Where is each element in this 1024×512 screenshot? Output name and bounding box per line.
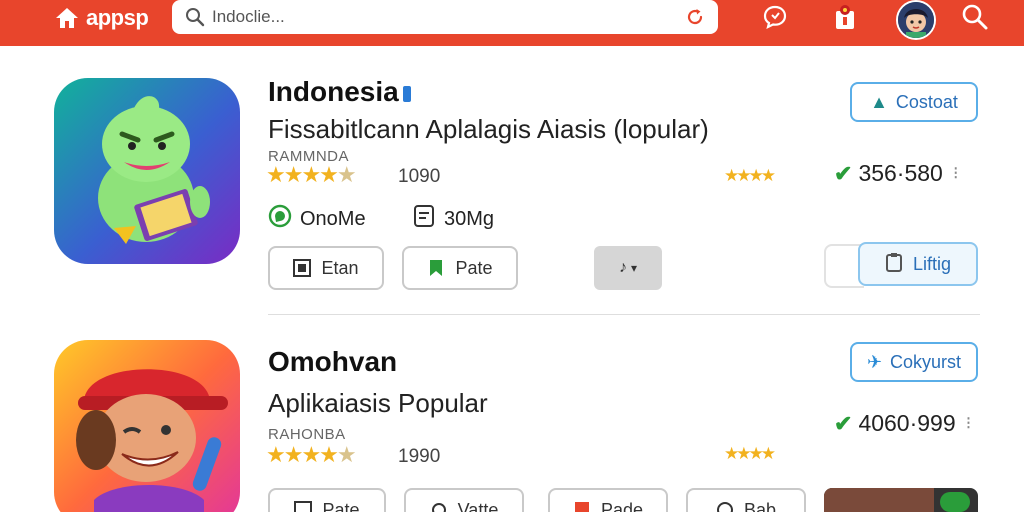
button-pade[interactable]: Pade (548, 488, 668, 512)
search-icon[interactable] (960, 2, 990, 32)
listing-button[interactable]: Liftig (858, 242, 978, 286)
home-icon[interactable] (54, 6, 80, 30)
mini-rating-stars: ★★★★ (724, 166, 776, 185)
clipboard-icon (885, 252, 903, 277)
chat-icon[interactable] (760, 2, 790, 32)
sort-icon: ♪ (618, 259, 627, 276)
developer-name[interactable]: RAHONBA (268, 426, 346, 443)
document-icon (412, 204, 436, 234)
contact-button[interactable]: ✈ Cokyurst (850, 342, 978, 382)
button-etan[interactable]: Etan (268, 246, 384, 290)
refresh-icon[interactable] (684, 6, 706, 28)
square-icon (293, 259, 312, 277)
brand-name: appsp (86, 5, 149, 30)
bird-icon: ✈ (866, 351, 883, 372)
price-tag: ✔ 356·580 ⁝ (834, 160, 959, 186)
search-input[interactable] (212, 7, 684, 27)
app-logo[interactable]: appsp (54, 5, 149, 30)
price-tag: ✔ 4060·999 ⁝ (834, 410, 972, 436)
upload-icon: ▲ (870, 91, 888, 112)
chevron-down-icon: ▾ (630, 261, 638, 275)
rating-stars: ★★★★★ (266, 162, 357, 187)
thumbnail-image (824, 488, 934, 512)
chat-bubble-icon (268, 204, 292, 234)
mini-rating-stars: ★★★★ (724, 444, 776, 463)
button-vatte[interactable]: Vatte (404, 488, 524, 512)
meta-chat: OnoMe (268, 204, 366, 234)
notification-icon[interactable] (830, 2, 860, 32)
button-bab[interactable]: Bab (686, 488, 806, 512)
contact-button[interactable]: ▲ Costoat (850, 82, 978, 122)
chat-icon (716, 501, 734, 512)
flag-icon (573, 501, 591, 512)
sort-dropdown-button[interactable]: ♪ ▾ (594, 246, 662, 290)
button-pate[interactable]: Pate (268, 488, 386, 512)
search-icon (184, 6, 206, 28)
button-pate[interactable]: Pate (402, 246, 518, 290)
rating-stars: ★★★★★ (266, 442, 357, 467)
trend-icon: ✔ (834, 410, 853, 436)
square-icon (294, 501, 313, 512)
bookmark-icon (427, 259, 445, 277)
screenshot-thumbnail[interactable] (824, 488, 978, 512)
more-icon[interactable]: ⁝ (966, 413, 972, 434)
meta-size: 30Mg (412, 204, 494, 234)
verified-icon (402, 85, 411, 102)
top-bar: appsp (0, 0, 1024, 46)
divider (268, 314, 980, 315)
rating-count: 1990 (398, 446, 441, 467)
play-store-icon (940, 492, 970, 512)
rating-count: 1090 (398, 166, 441, 187)
search-bar[interactable] (172, 0, 718, 34)
app-title[interactable]: Omohvan (268, 346, 397, 378)
app-title[interactable]: Indonesia (268, 76, 411, 108)
app-subtitle: Fissabitlcann Aplalagis Aiasis (lopular) (268, 114, 709, 144)
more-icon[interactable]: ⁝ (953, 163, 959, 184)
app-icon-monster[interactable] (54, 78, 240, 264)
app-icon-character[interactable] (54, 340, 240, 512)
trend-icon: ✔ (834, 160, 853, 186)
loop-icon (430, 501, 448, 512)
avatar[interactable] (896, 0, 936, 40)
app-subtitle: Aplikaiasis Popular (268, 388, 488, 418)
